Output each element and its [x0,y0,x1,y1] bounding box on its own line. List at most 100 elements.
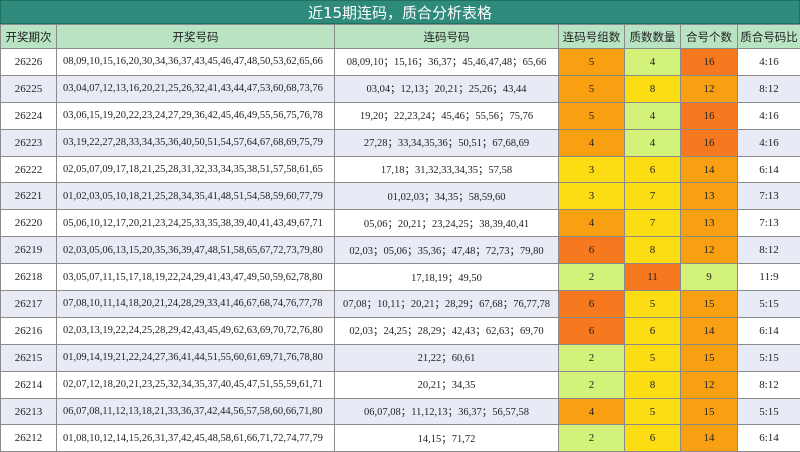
ratio-cell: 6:14 [738,317,800,344]
consecutive-numbers-cell: 06,07,08；11,12,13；36,37；56,57,58 [335,398,559,425]
prime-count-cell: 4 [625,49,681,76]
prime-count-cell: 4 [625,102,681,129]
consecutive-groups-cell: 4 [559,129,625,156]
composite-count-cell: 13 [681,183,738,210]
draw-numbers-cell: 03,19,22,27,28,33,34,35,36,40,50,51,54,5… [57,129,335,156]
consecutive-groups-cell: 6 [559,291,625,318]
consecutive-numbers-cell: 01,02,03；34,35；58,59,60 [335,183,559,210]
prime-count-cell: 5 [625,344,681,371]
table-row: 2621306,07,08,11,12,13,18,21,33,36,37,42… [1,398,800,425]
consecutive-numbers-cell: 03,04；12,13；20,21；25,26；43,44 [335,75,559,102]
draw-numbers-cell: 03,04,07,12,13,16,20,21,25,26,32,41,43,4… [57,75,335,102]
ratio-cell: 11:9 [738,264,800,291]
ratio-cell: 7:13 [738,210,800,237]
prime-count-cell: 8 [625,75,681,102]
consecutive-numbers-cell: 17,18；31,32,33,34,35；57,58 [335,156,559,183]
prime-count-cell: 6 [625,317,681,344]
consecutive-groups-cell: 5 [559,102,625,129]
table-row: 2622005,06,10,12,17,20,21,23,24,25,33,35… [1,210,800,237]
issue-cell: 26216 [1,317,57,344]
consecutive-numbers-cell: 08,09,10；15,16；36,37；45,46,47,48；65,66 [335,49,559,76]
composite-count-cell: 15 [681,291,738,318]
issue-cell: 26223 [1,129,57,156]
consecutive-numbers-cell: 02,03；24,25；28,29；42,43；62,63；69,70 [335,317,559,344]
consecutive-numbers-cell: 21,22；60,61 [335,344,559,371]
draw-numbers-cell: 08,09,10,15,16,20,30,34,36,37,43,45,46,4… [57,49,335,76]
header-prime-composite-ratio: 质合号码比 [738,25,800,49]
draw-numbers-cell: 01,02,03,05,10,18,21,25,28,34,35,41,48,5… [57,183,335,210]
ratio-cell: 8:12 [738,371,800,398]
issue-cell: 26221 [1,183,57,210]
header-row: 开奖期次 开奖号码 连码号码 连码号组数 质数数量 合号个数 质合号码比 [1,25,800,49]
issue-cell: 26224 [1,102,57,129]
header-composite-count: 合号个数 [681,25,738,49]
table-row: 2621707,08,10,11,14,18,20,21,24,28,29,33… [1,291,800,318]
issue-cell: 26217 [1,291,57,318]
composite-count-cell: 16 [681,129,738,156]
draw-numbers-cell: 03,05,07,11,15,17,18,19,22,24,29,41,43,4… [57,264,335,291]
table-row: 2622403,06,15,19,20,22,23,24,27,29,36,42… [1,102,800,129]
header-consecutive-groups: 连码号组数 [559,25,625,49]
composite-count-cell: 15 [681,398,738,425]
ratio-cell: 8:12 [738,237,800,264]
issue-cell: 26215 [1,344,57,371]
draw-numbers-cell: 02,07,12,18,20,21,23,25,32,34,35,37,40,4… [57,371,335,398]
draw-numbers-cell: 02,05,07,09,17,18,21,25,28,31,32,33,34,3… [57,156,335,183]
issue-cell: 26214 [1,371,57,398]
consecutive-groups-cell: 6 [559,317,625,344]
prime-count-cell: 11 [625,264,681,291]
table-row: 2621402,07,12,18,20,21,23,25,32,34,35,37… [1,371,800,398]
consecutive-numbers-cell: 17,18,19；49,50 [335,264,559,291]
table-row: 2622202,05,07,09,17,18,21,25,28,31,32,33… [1,156,800,183]
consecutive-groups-cell: 5 [559,49,625,76]
composite-count-cell: 12 [681,237,738,264]
header-consecutive-numbers: 连码号码 [335,25,559,49]
table-row: 2622608,09,10,15,16,20,30,34,36,37,43,45… [1,49,800,76]
composite-count-cell: 13 [681,210,738,237]
composite-count-cell: 12 [681,371,738,398]
prime-count-cell: 8 [625,371,681,398]
consecutive-groups-cell: 3 [559,156,625,183]
issue-cell: 26222 [1,156,57,183]
table-row: 2622503,04,07,12,13,16,20,21,25,26,32,41… [1,75,800,102]
ratio-cell: 6:14 [738,156,800,183]
analysis-table: 开奖期次 开奖号码 连码号码 连码号组数 质数数量 合号个数 质合号码比 262… [0,24,800,452]
draw-numbers-cell: 01,09,14,19,21,22,24,27,36,41,44,51,55,6… [57,344,335,371]
consecutive-groups-cell: 6 [559,237,625,264]
table-row: 2621501,09,14,19,21,22,24,27,36,41,44,51… [1,344,800,371]
consecutive-groups-cell: 2 [559,371,625,398]
draw-numbers-cell: 03,06,15,19,20,22,23,24,27,29,36,42,45,4… [57,102,335,129]
issue-cell: 26213 [1,398,57,425]
draw-numbers-cell: 02,03,13,19,22,24,25,28,29,42,43,45,49,6… [57,317,335,344]
table-row: 2621602,03,13,19,22,24,25,28,29,42,43,45… [1,317,800,344]
table-row: 2621902,03,05,06,13,15,20,35,36,39,47,48… [1,237,800,264]
draw-numbers-cell: 06,07,08,11,12,13,18,21,33,36,37,42,44,5… [57,398,335,425]
header-issue: 开奖期次 [1,25,57,49]
consecutive-groups-cell: 4 [559,210,625,237]
consecutive-groups-cell: 2 [559,264,625,291]
ratio-cell: 8:12 [738,75,800,102]
composite-count-cell: 12 [681,75,738,102]
ratio-cell: 4:16 [738,49,800,76]
issue-cell: 26220 [1,210,57,237]
draw-numbers-cell: 07,08,10,11,14,18,20,21,24,28,29,33,41,4… [57,291,335,318]
composite-count-cell: 14 [681,317,738,344]
issue-cell: 26218 [1,264,57,291]
header-prime-count: 质数数量 [625,25,681,49]
table-title: 近15期连码，质合分析表格 [0,0,800,24]
composite-count-cell: 16 [681,102,738,129]
ratio-cell: 7:13 [738,183,800,210]
consecutive-numbers-cell: 05,06；20,21；23,24,25；38,39,40,41 [335,210,559,237]
composite-count-cell: 16 [681,49,738,76]
prime-count-cell: 4 [625,129,681,156]
ratio-cell: 5:15 [738,344,800,371]
prime-count-cell: 7 [625,183,681,210]
consecutive-groups-cell: 5 [559,75,625,102]
draw-numbers-cell: 05,06,10,12,17,20,21,23,24,25,33,35,38,3… [57,210,335,237]
prime-count-cell: 7 [625,210,681,237]
consecutive-numbers-cell: 19,20；22,23,24；45,46；55,56；75,76 [335,102,559,129]
consecutive-groups-cell: 3 [559,183,625,210]
ratio-cell: 5:15 [738,291,800,318]
consecutive-numbers-cell: 27,28；33,34,35,36；50,51；67,68,69 [335,129,559,156]
consecutive-groups-cell: 2 [559,344,625,371]
